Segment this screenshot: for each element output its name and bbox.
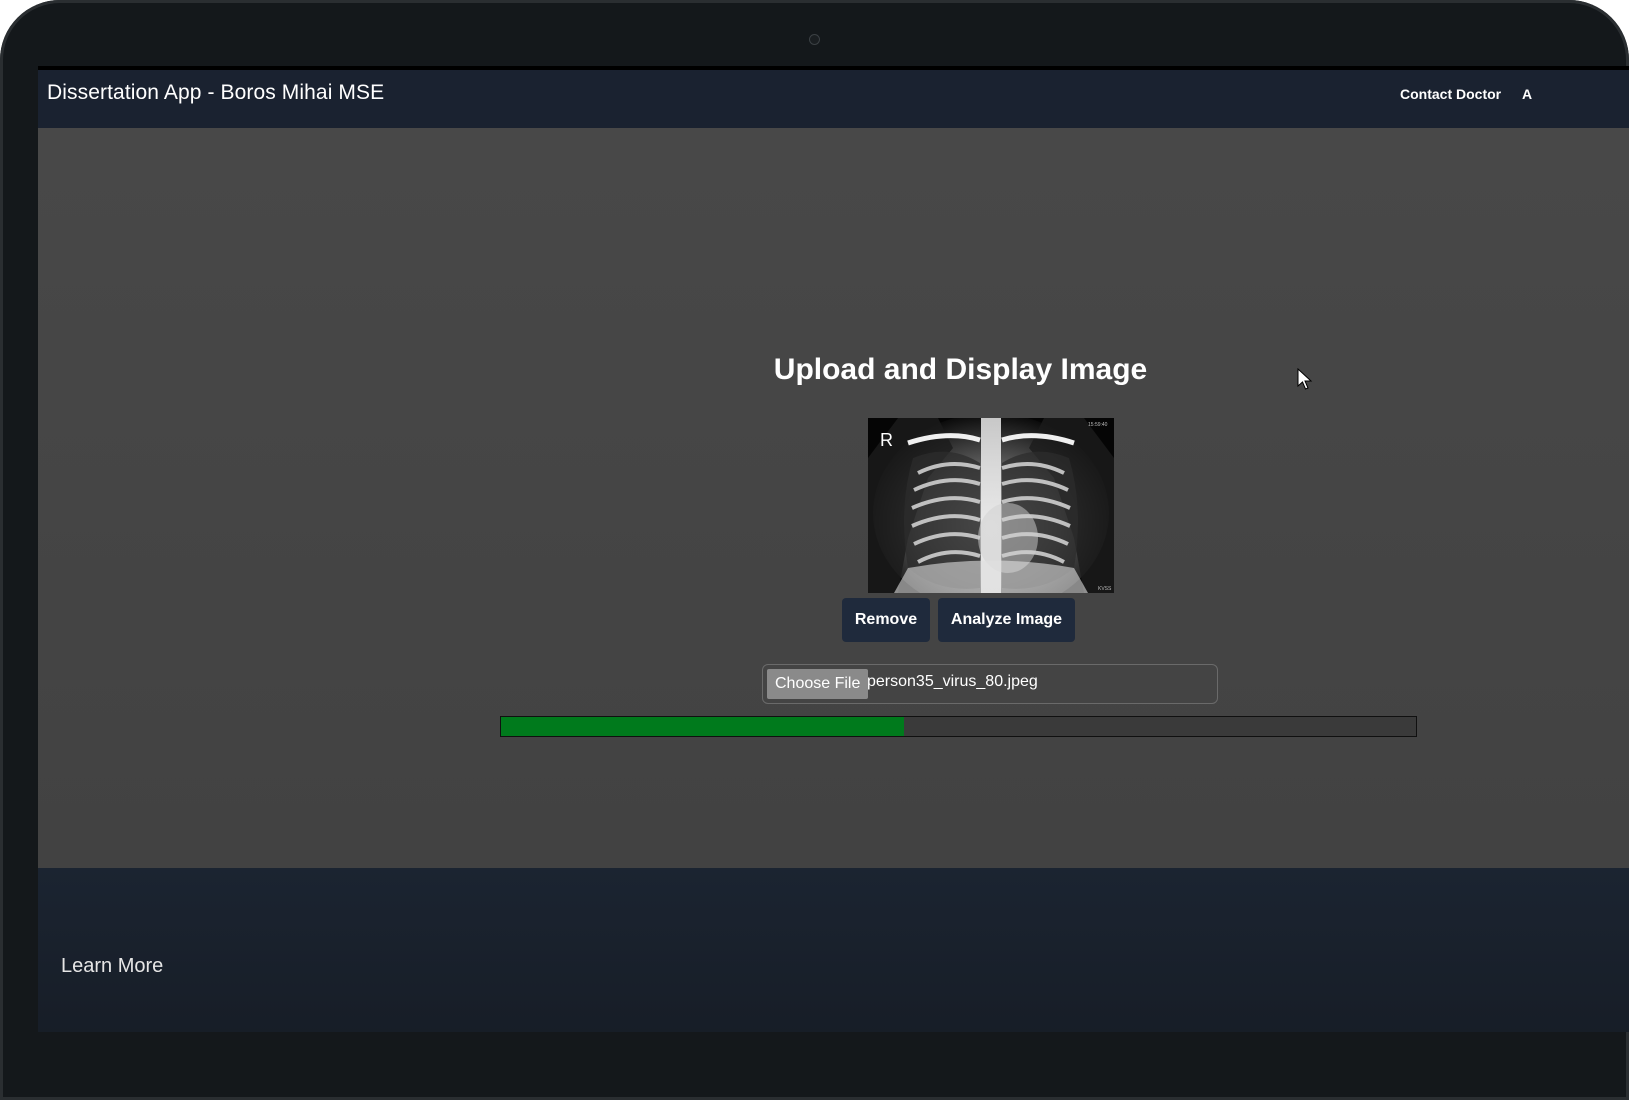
remove-button[interactable]: Remove: [842, 598, 930, 642]
app-title[interactable]: Dissertation App - Boros Mihai MSE: [47, 81, 384, 105]
laptop-frame: Dissertation App - Boros Mihai MSE Conta…: [0, 0, 1629, 1100]
mouse-pointer-icon: [1297, 368, 1313, 390]
choose-file-button[interactable]: Choose File: [767, 669, 869, 699]
xray-corner-tag: KVSS: [1098, 586, 1112, 592]
browser-viewport: Dissertation App - Boros Mihai MSE Conta…: [38, 66, 1629, 1032]
xray-timestamp: 15:59:40: [1088, 422, 1108, 428]
page-title: Upload and Display Image: [773, 353, 1148, 386]
uploaded-image-preview: R 15:59:40 KVSS: [868, 418, 1114, 593]
learn-more-link[interactable]: Learn More: [61, 955, 163, 978]
nav-next-item[interactable]: A: [1522, 86, 1532, 102]
nav-contact-doctor[interactable]: Contact Doctor: [1400, 86, 1501, 102]
analysis-progress-bar: [500, 716, 1417, 737]
webcam-icon: [809, 34, 820, 45]
xray-side-marker: R: [880, 430, 893, 450]
top-navbar: Dissertation App - Boros Mihai MSE Conta…: [38, 66, 1629, 128]
progress-bar-fill: [501, 717, 904, 736]
selected-file-name: person35_virus_80.jpeg: [867, 673, 1038, 690]
analyze-image-button[interactable]: Analyze Image: [938, 598, 1075, 642]
upload-section: Upload and Display Image R 15:59:40 KVSS…: [38, 128, 1629, 868]
chest-xray-image: R 15:59:40 KVSS: [868, 418, 1114, 593]
page-footer: Learn More: [38, 868, 1629, 1032]
file-input[interactable]: Choose File person35_virus_80.jpeg: [762, 664, 1218, 704]
